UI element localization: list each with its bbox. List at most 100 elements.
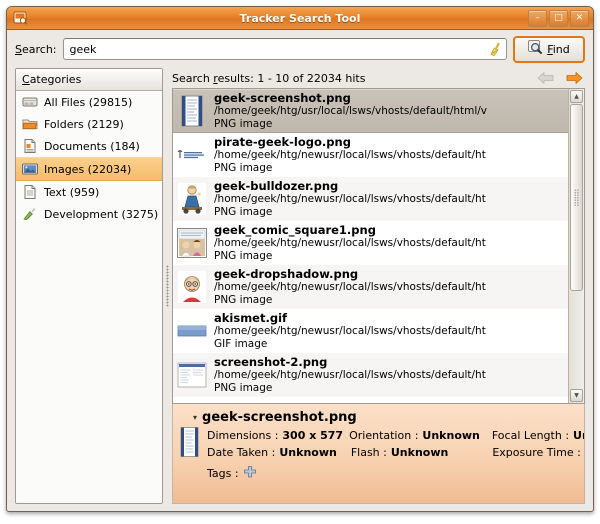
metadata-orientation: Orientation : Unknown xyxy=(349,427,480,444)
drive-icon xyxy=(21,94,39,110)
sidebar-item-label: All Files (29815) xyxy=(44,95,133,109)
sidebar-item-label: Development (3275) xyxy=(44,207,159,221)
trowel-icon xyxy=(21,206,39,222)
file-name: geek_comic_square1.png xyxy=(214,222,376,237)
table-row[interactable]: geek_comic_square1.png /home/geek/htg/ne… xyxy=(173,221,568,265)
close-button[interactable]: ✕ xyxy=(570,9,589,27)
file-path: /home/geek/htg/newusr/local/lsws/vhosts/… xyxy=(214,149,486,162)
main-content: Categories All Files (29815) Folders (21… xyxy=(7,68,593,511)
magnifier-icon xyxy=(528,40,543,58)
metadata-value: Unknown xyxy=(573,429,584,442)
results-header: Search results: 1 - 10 of 22034 hits xyxy=(172,68,585,88)
sidebar-item-label: Folders (2129) xyxy=(44,117,124,131)
file-path: /home/geek/htg/newusr/local/lsws/vhosts/… xyxy=(214,237,486,250)
sidebar-item-all-files[interactable]: All Files (29815) xyxy=(16,91,162,113)
search-label-rest: earch: xyxy=(21,42,57,56)
broom-clear-icon[interactable] xyxy=(487,41,503,57)
row-text: geek-bulldozer.png /home/geek/htg/newusr… xyxy=(214,179,564,220)
row-text: pirate-geek-logo.png /home/geek/htg/newu… xyxy=(214,135,564,176)
title-bar[interactable]: Tracker Search Tool – □ ✕ xyxy=(7,7,593,30)
pane-resize-handle[interactable] xyxy=(163,68,172,504)
categories-header-rest: ategories xyxy=(29,73,82,86)
file-type: PNG image xyxy=(214,162,273,175)
file-name: screenshot-2.png xyxy=(214,354,328,369)
results-count-pre: Search xyxy=(172,71,214,85)
arrow-left-icon[interactable] xyxy=(535,70,557,86)
metadata-fields: Dimensions : 300 x 577 Orientation : Unk… xyxy=(207,427,584,461)
metadata-exposure-time: Exposure Time : Unkn... xyxy=(492,444,584,461)
results-scrollbar[interactable]: ▲ ▼ xyxy=(568,89,584,403)
metadata-row: Date Taken : Unknown Flash : Unknown Exp… xyxy=(207,444,584,461)
scroll-up-button[interactable]: ▲ xyxy=(570,90,583,103)
metadata-file-title: geek-screenshot.png xyxy=(202,409,357,425)
application-window: Tracker Search Tool – □ ✕ Search: geek F… xyxy=(6,6,594,512)
metadata-date-taken: Date Taken : Unknown xyxy=(207,444,337,461)
bulldozer-thumb xyxy=(177,182,207,216)
sidebar-item-text[interactable]: Text (959) xyxy=(16,181,162,203)
add-tag-icon[interactable] xyxy=(243,466,256,481)
metadata-focal-length: Focal Length : Unknown xyxy=(492,427,584,444)
search-input-value: geek xyxy=(69,42,97,56)
minimize-button[interactable]: – xyxy=(528,9,547,27)
categories-list[interactable]: All Files (29815) Folders (2129) Documen… xyxy=(16,91,162,503)
document-icon xyxy=(21,138,39,154)
scrollbar-track[interactable] xyxy=(570,104,583,388)
metadata-key: Exposure Time : xyxy=(492,446,581,459)
image-icon xyxy=(21,161,39,177)
arrow-right-icon[interactable] xyxy=(563,70,585,86)
table-row[interactable]: akismet.gif /home/geek/htg/newusr/local/… xyxy=(173,309,568,353)
scrollbar-thumb[interactable] xyxy=(570,104,583,292)
categories-header-mnemonic: C xyxy=(22,73,30,86)
file-path: /home/geek/htg/newusr/local/lsws/vhosts/… xyxy=(214,281,486,294)
metadata-value: Unknown xyxy=(390,446,449,459)
sidebar-item-folders[interactable]: Folders (2129) xyxy=(16,113,162,135)
results-list[interactable]: geek-screenshot.png /home/geek/htg/usr/l… xyxy=(173,89,568,403)
sidebar-item-images[interactable]: Images (22034) xyxy=(16,157,162,181)
table-row[interactable]: pirate-geek-logo.png /home/geek/htg/newu… xyxy=(173,133,568,177)
metadata-key: Dimensions : xyxy=(207,429,279,442)
file-path: /home/geek/htg/newusr/local/lsws/vhosts/… xyxy=(214,325,486,338)
table-row[interactable]: geek-screenshot.png /home/geek/htg/usr/l… xyxy=(173,89,568,133)
file-name: pirate-geek-logo.png xyxy=(214,134,351,149)
row-text: akismet.gif /home/geek/htg/newusr/local/… xyxy=(214,311,564,352)
sidebar-item-development[interactable]: Development (3275) xyxy=(16,203,162,225)
chevron-down-icon[interactable]: ▾ xyxy=(193,413,197,422)
file-name: akismet.gif xyxy=(214,310,288,325)
search-tool-icon xyxy=(11,10,29,26)
search-input[interactable]: geek xyxy=(62,38,507,60)
table-row[interactable]: screenshot-2.png /home/geek/htg/newusr/l… xyxy=(173,353,568,397)
categories-header: Categories xyxy=(16,69,162,91)
table-row[interactable]: geek-dropshadow.png /home/geek/htg/newus… xyxy=(173,265,568,309)
file-type: PNG image xyxy=(214,250,273,263)
window-title: Tracker Search Tool xyxy=(239,11,361,25)
resize-grip-dots xyxy=(166,265,169,307)
akismet-thumb xyxy=(177,314,207,348)
results-panel: Search results: 1 - 10 of 22034 hits gee… xyxy=(172,68,585,504)
pirate-logo-thumb xyxy=(177,138,207,172)
screenshot2-thumb xyxy=(177,358,207,392)
file-type: PNG image xyxy=(214,382,273,395)
file-path: /home/geek/htg/newusr/local/lsws/vhosts/… xyxy=(214,193,486,206)
row-text: geek_comic_square1.png /home/geek/htg/ne… xyxy=(214,223,564,264)
metadata-title-row[interactable]: ▾ geek-screenshot.png xyxy=(173,407,584,427)
sidebar-item-label: Text (959) xyxy=(44,185,100,199)
metadata-value: Unknown xyxy=(422,429,480,442)
file-path: /home/geek/htg/newusr/local/lsws/vhosts/… xyxy=(214,369,486,382)
search-bar: Search: geek Find xyxy=(7,30,593,68)
categories-panel: Categories All Files (29815) Folders (21… xyxy=(15,68,163,504)
metadata-key: Orientation : xyxy=(349,429,419,442)
file-name: geek-screenshot.png xyxy=(214,90,351,105)
comic-thumb xyxy=(177,226,207,260)
metadata-dimensions: Dimensions : 300 x 577 xyxy=(207,427,343,444)
metadata-key: Date Taken : xyxy=(207,446,276,459)
maximize-button[interactable]: □ xyxy=(549,9,568,27)
table-row[interactable]: geek-bulldozer.png /home/geek/htg/newusr… xyxy=(173,177,568,221)
find-button-label: Find xyxy=(547,42,570,56)
search-label-mnemonic: S xyxy=(15,42,22,56)
dropshadow-thumb xyxy=(177,270,207,304)
find-button[interactable]: Find xyxy=(513,35,585,63)
sidebar-item-label: Images (22034) xyxy=(44,162,132,176)
sidebar-item-documents[interactable]: Documents (184) xyxy=(16,135,162,157)
scroll-down-button[interactable]: ▼ xyxy=(570,389,583,402)
folder-icon xyxy=(21,116,39,132)
